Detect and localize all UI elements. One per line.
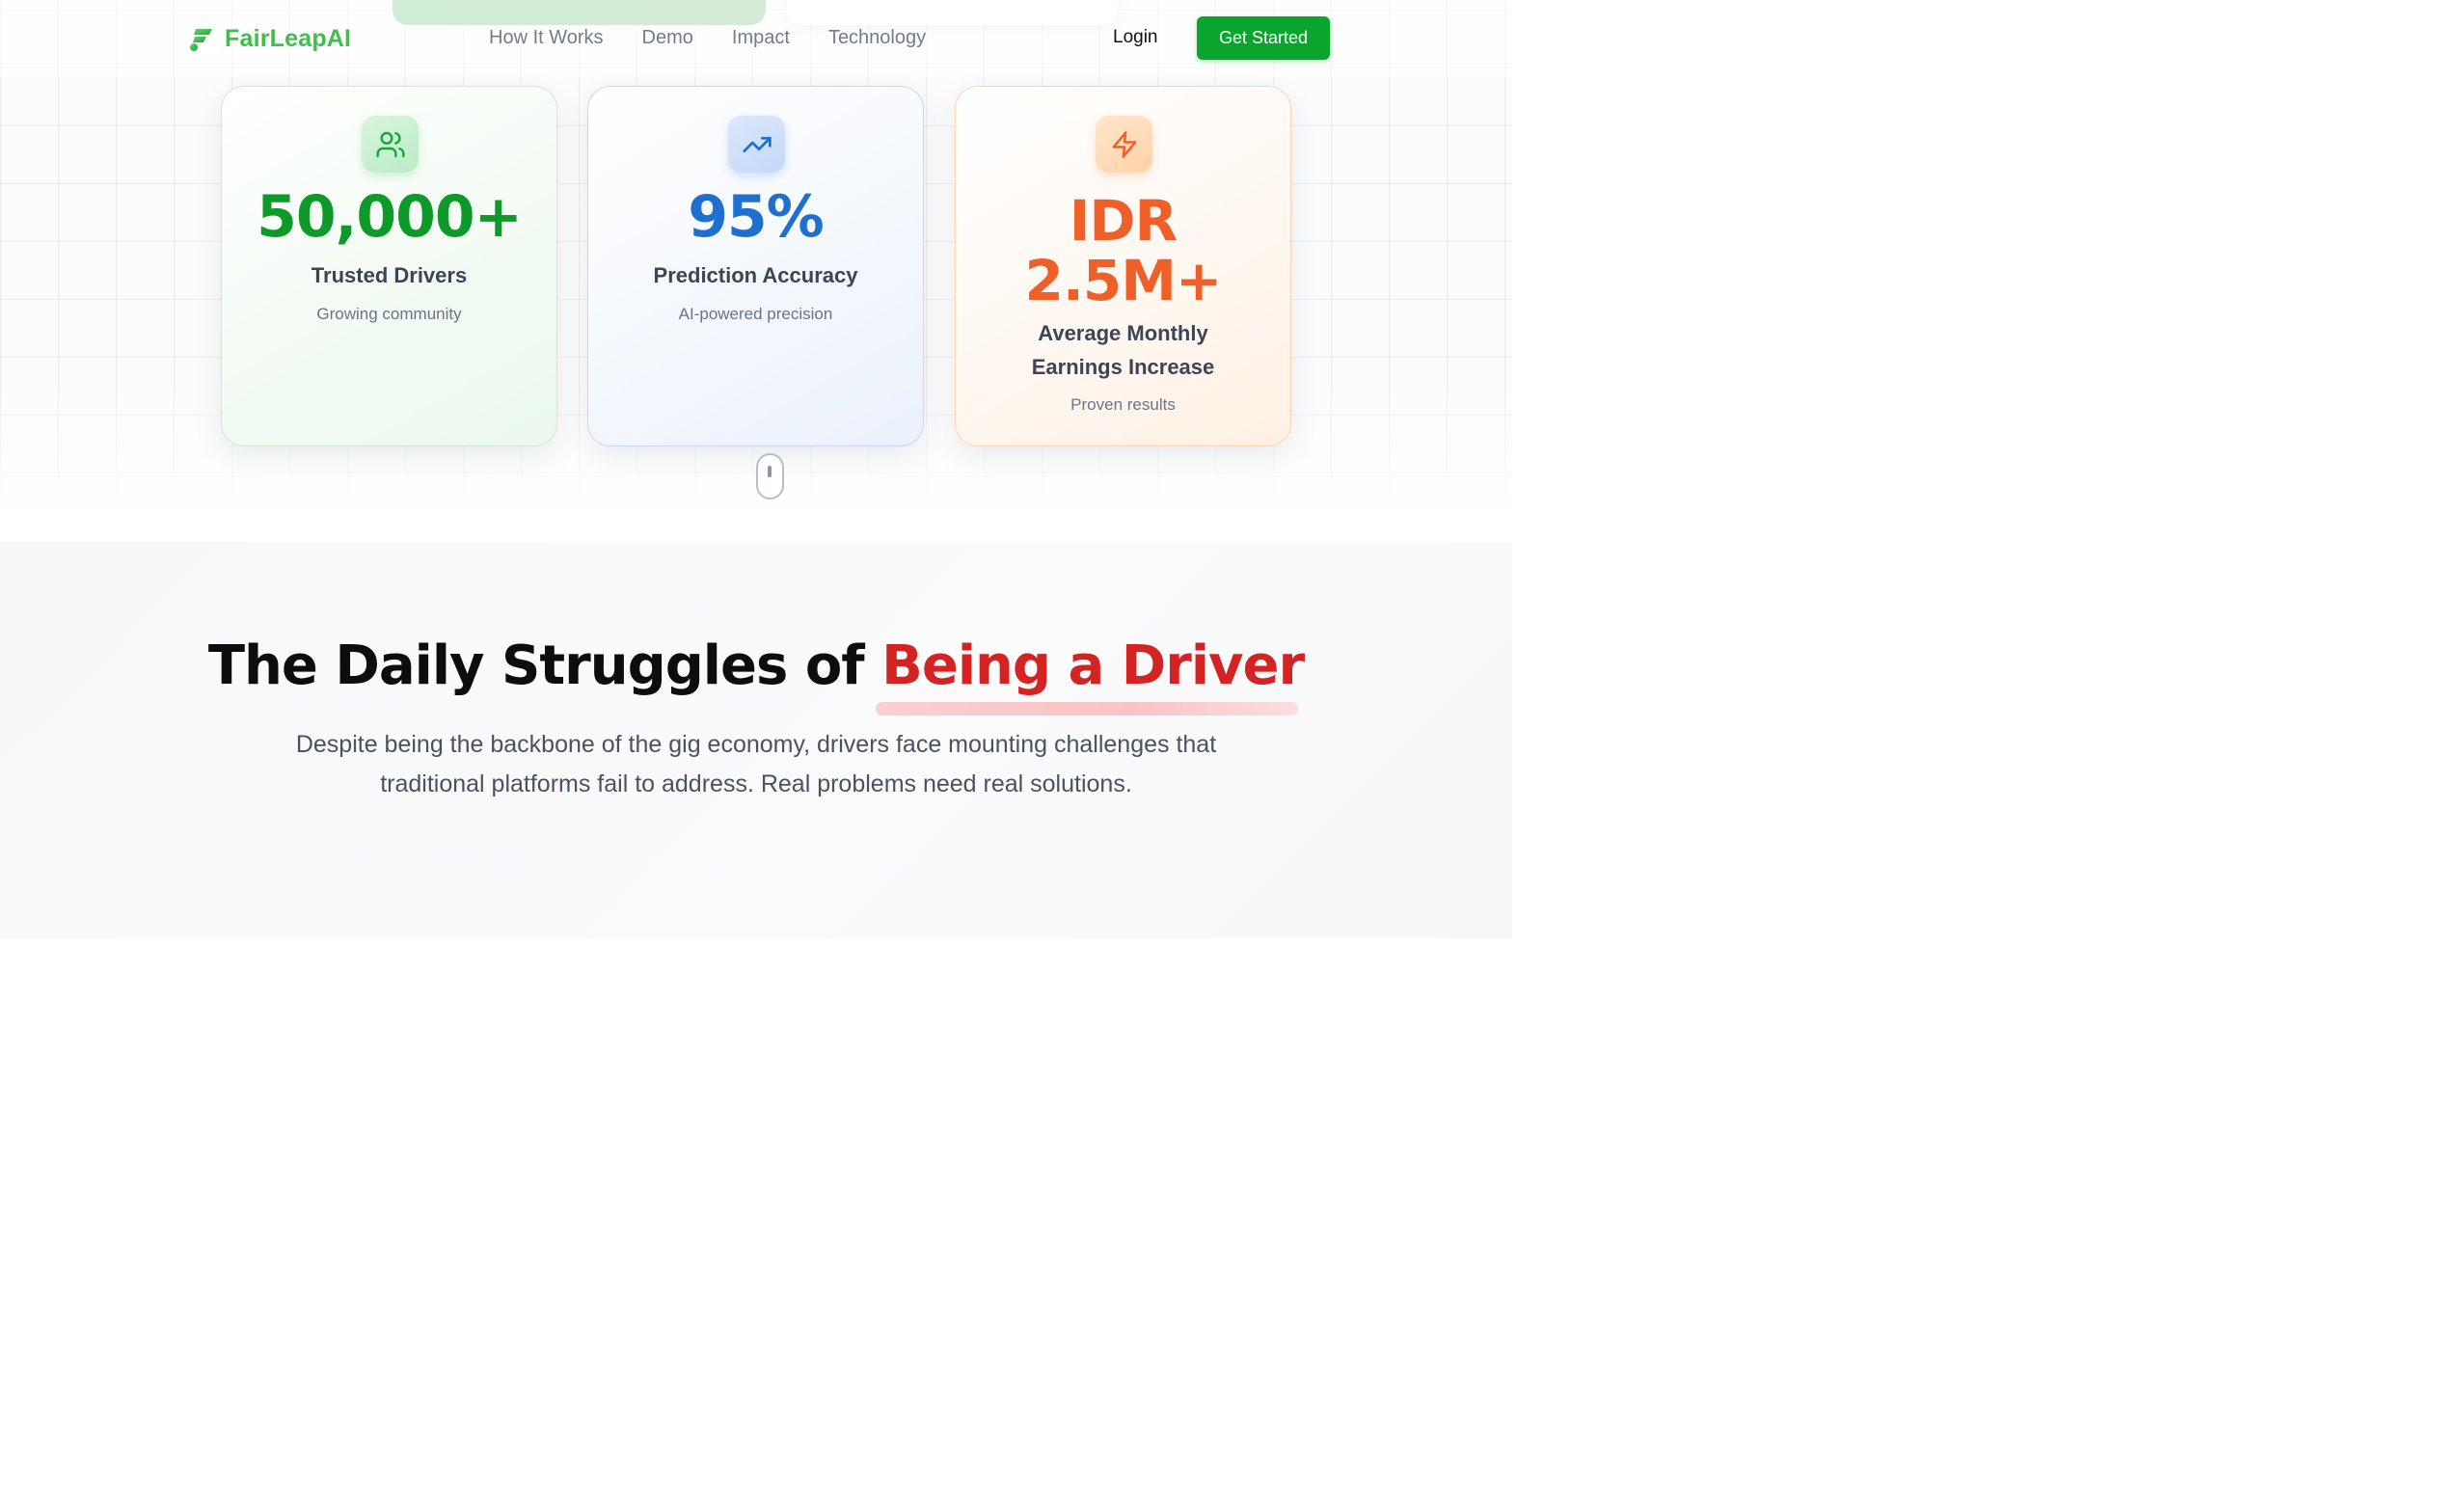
stat-value-amount: 2.5M+ xyxy=(1024,248,1222,313)
brand-logo[interactable]: FairLeapAI xyxy=(183,21,351,56)
users-icon xyxy=(362,116,419,173)
mouse-scroll-icon[interactable] xyxy=(756,453,784,500)
stat-value: 95% xyxy=(688,183,825,251)
login-link[interactable]: Login xyxy=(1113,27,1158,48)
stat-value-currency: IDR xyxy=(1069,188,1178,254)
heading-accent: Being a Driver xyxy=(881,634,1305,697)
stat-value: 50,000+ xyxy=(257,183,523,251)
navbar: FairLeapAI How It Works Demo Impact Tech… xyxy=(0,0,1512,77)
lightning-bolt-icon xyxy=(1096,116,1152,173)
stat-subtext: AI-powered precision xyxy=(678,305,833,323)
mouse-wheel xyxy=(768,466,772,477)
struggles-description: Despite being the backbone of the gig ec… xyxy=(295,731,1217,797)
stat-label: Prediction Accuracy xyxy=(653,263,858,287)
stat-value: IDR 2.5M+ xyxy=(956,191,1290,310)
trending-up-icon xyxy=(728,116,785,173)
brand-name: FairLeapAI xyxy=(225,24,352,52)
stat-subtext: Growing community xyxy=(316,305,462,323)
stat-subtext: Proven results xyxy=(1070,395,1176,414)
nav-link-demo[interactable]: Demo xyxy=(642,27,693,49)
nav-link-technology[interactable]: Technology xyxy=(828,27,926,49)
heading-main: The Daily Struggles of xyxy=(207,634,865,697)
struggles-heading: The Daily Struggles of Being a Driver xyxy=(0,634,1512,697)
nav-link-impact[interactable]: Impact xyxy=(732,27,790,49)
page: FairLeapAI How It Works Demo Impact Tech… xyxy=(0,0,1512,938)
nav-link-how-it-works[interactable]: How It Works xyxy=(489,27,604,49)
stat-label: Average Monthly Earnings Increase xyxy=(1031,321,1215,379)
primary-nav: How It Works Demo Impact Technology xyxy=(489,27,964,49)
stat-card-accuracy: 95% Prediction Accuracy AI-powered preci… xyxy=(587,86,924,446)
heading-accent-underline xyxy=(876,702,1298,716)
get-started-button[interactable]: Get Started xyxy=(1197,16,1330,60)
stat-label: Trusted Drivers xyxy=(311,263,468,287)
stat-card-drivers: 50,000+ Trusted Drivers Growing communit… xyxy=(221,86,557,446)
leaf-steps-icon xyxy=(183,21,218,56)
stat-card-earnings: IDR 2.5M+ Average Monthly Earnings Incre… xyxy=(955,86,1291,446)
